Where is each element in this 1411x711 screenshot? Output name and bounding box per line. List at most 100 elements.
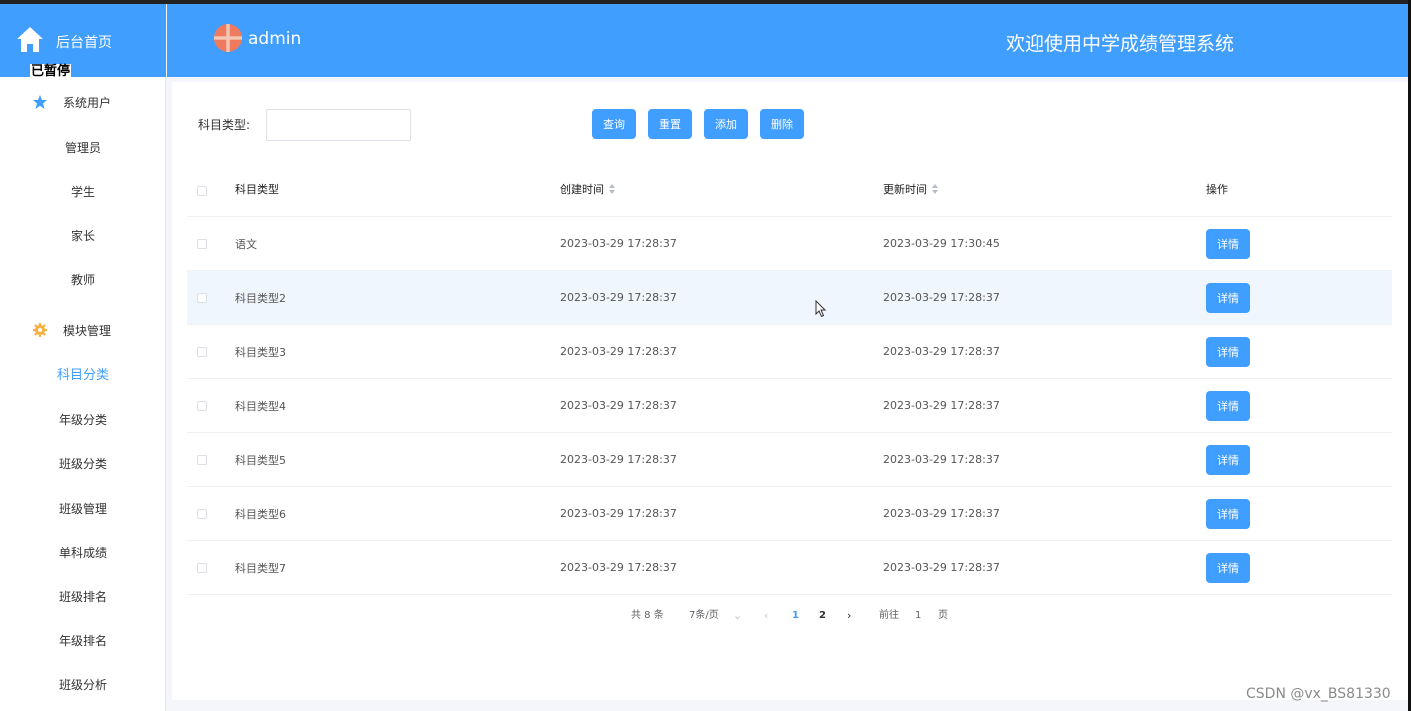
next-page-icon[interactable]: › bbox=[847, 608, 851, 624]
row-checkbox[interactable] bbox=[197, 292, 207, 303]
sidebar-group-module-management[interactable]: 模块管理 bbox=[0, 310, 166, 350]
cell-type: 科目类型2 bbox=[235, 291, 286, 305]
cell-op: 详情 bbox=[1206, 541, 1250, 594]
cell-created: 2023-03-29 17:28:37 bbox=[560, 453, 677, 466]
detail-button[interactable]: 详情 bbox=[1206, 336, 1250, 367]
column-header-created[interactable]: 创建时间 bbox=[560, 162, 616, 216]
gear-icon bbox=[33, 323, 47, 337]
sidebar-item-subject-category[interactable]: 科目分类 bbox=[0, 361, 166, 391]
data-table: 科目类型 创建时间 更新时间 操作 语文 2023-03-29 17:28:37… bbox=[187, 162, 1392, 595]
column-header-updated[interactable]: 更新时间 bbox=[883, 162, 939, 216]
cell-updated: 2023-03-29 17:28:37 bbox=[883, 453, 1000, 466]
sidebar-group-label: 系统用户 bbox=[63, 96, 112, 110]
cell-op: 详情 bbox=[1206, 325, 1250, 378]
avatar[interactable] bbox=[214, 24, 242, 52]
sidebar-item-admins[interactable]: 管理员 bbox=[0, 133, 166, 163]
column-header-type: 科目类型 bbox=[235, 183, 279, 196]
sidebar-item-class-management[interactable]: 班级管理 bbox=[0, 494, 166, 524]
table-row: 科目类型6 2023-03-29 17:28:37 2023-03-29 17:… bbox=[187, 487, 1392, 541]
sidebar-brand-label: 后台首页 bbox=[56, 35, 112, 51]
goto-page-input[interactable]: 1 bbox=[915, 608, 921, 624]
sidebar-item-grade-ranking[interactable]: 年级排名 bbox=[0, 626, 166, 656]
cell-created: 2023-03-29 17:28:37 bbox=[560, 237, 677, 250]
cell-updated: 2023-03-29 17:30:45 bbox=[883, 237, 1000, 250]
cell-created: 2023-03-29 17:28:37 bbox=[560, 291, 677, 304]
home-icon bbox=[17, 27, 43, 52]
detail-button[interactable]: 详情 bbox=[1206, 390, 1250, 421]
sidebar-group-system-users[interactable]: 系统用户 bbox=[0, 82, 166, 122]
sidebar-group-label: 模块管理 bbox=[63, 324, 112, 338]
add-button[interactable]: 添加 bbox=[704, 109, 748, 139]
filter-label: 科目类型: bbox=[198, 118, 251, 132]
detail-button[interactable]: 详情 bbox=[1206, 282, 1250, 313]
sort-icon[interactable] bbox=[932, 184, 939, 194]
cell-type: 科目类型7 bbox=[235, 561, 286, 575]
sidebar-item-class-analysis[interactable]: 班级分析 bbox=[0, 670, 166, 700]
row-checkbox[interactable] bbox=[197, 238, 207, 249]
row-checkbox[interactable] bbox=[197, 562, 207, 573]
top-header: admin 欢迎使用中学成绩管理系统 bbox=[167, 4, 1408, 77]
table-row: 科目类型3 2023-03-29 17:28:37 2023-03-29 17:… bbox=[187, 325, 1392, 379]
page-number[interactable]: 2 bbox=[819, 608, 826, 624]
row-checkbox[interactable] bbox=[197, 400, 207, 411]
header-title: 欢迎使用中学成绩管理系统 bbox=[1006, 33, 1235, 55]
cell-updated: 2023-03-29 17:28:37 bbox=[883, 561, 1000, 574]
sidebar-item-students[interactable]: 学生 bbox=[0, 177, 166, 207]
sidebar-item-parents[interactable]: 家长 bbox=[0, 221, 166, 251]
search-button[interactable]: 查询 bbox=[592, 109, 636, 139]
cell-op: 详情 bbox=[1206, 379, 1250, 432]
main-content: 科目类型: 查询 重置 添加 删除 科目类型 创建时间 更新时间 操作 语文 2… bbox=[172, 82, 1408, 700]
column-header-op: 操作 bbox=[1206, 183, 1228, 196]
select-all-checkbox[interactable] bbox=[197, 186, 207, 196]
detail-button[interactable]: 详情 bbox=[1206, 228, 1250, 259]
cell-created: 2023-03-29 17:28:37 bbox=[560, 399, 677, 412]
cell-type: 科目类型6 bbox=[235, 507, 286, 521]
sidebar-item-grade-category[interactable]: 年级分类 bbox=[0, 405, 166, 435]
cell-op: 详情 bbox=[1206, 433, 1250, 486]
cell-op: 详情 bbox=[1206, 487, 1250, 540]
cell-type: 语文 bbox=[235, 237, 257, 251]
cell-op: 详情 bbox=[1206, 217, 1250, 270]
chevron-down-icon[interactable]: ⌄ bbox=[733, 608, 742, 624]
table-row: 科目类型7 2023-03-29 17:28:37 2023-03-29 17:… bbox=[187, 541, 1392, 595]
cell-type: 科目类型5 bbox=[235, 453, 286, 467]
delete-button[interactable]: 删除 bbox=[760, 109, 804, 139]
subject-type-input[interactable] bbox=[266, 109, 411, 141]
sidebar-item-teachers[interactable]: 教师 bbox=[0, 265, 166, 295]
sidebar-brand[interactable]: 后台首页 bbox=[0, 4, 166, 77]
cell-type: 科目类型4 bbox=[235, 399, 286, 413]
prev-page-icon[interactable]: ‹ bbox=[764, 608, 768, 624]
table-row: 科目类型2 2023-03-29 17:28:37 2023-03-29 17:… bbox=[187, 271, 1392, 325]
row-checkbox[interactable] bbox=[197, 454, 207, 465]
cell-updated: 2023-03-29 17:28:37 bbox=[883, 291, 1000, 304]
mouse-cursor-icon bbox=[815, 300, 827, 318]
paused-overlay-label: 已暂停 bbox=[30, 64, 72, 79]
app-root: 后台首页 已暂停 系统用户 管理员 学生 家长 教师 模块管理 科目分类 年级分… bbox=[0, 0, 1411, 711]
pagination-total: 共 8 条 bbox=[631, 610, 664, 621]
cell-updated: 2023-03-29 17:28:37 bbox=[883, 507, 1000, 520]
table-row: 科目类型4 2023-03-29 17:28:37 2023-03-29 17:… bbox=[187, 379, 1392, 433]
sidebar-item-class-ranking[interactable]: 班级排名 bbox=[0, 582, 166, 612]
detail-button[interactable]: 详情 bbox=[1206, 498, 1250, 529]
sidebar-item-class-category[interactable]: 班级分类 bbox=[0, 449, 166, 479]
row-checkbox[interactable] bbox=[197, 346, 207, 357]
reset-button[interactable]: 重置 bbox=[648, 109, 692, 139]
detail-button[interactable]: 详情 bbox=[1206, 444, 1250, 475]
page-number-current[interactable]: 1 bbox=[792, 608, 799, 624]
detail-button[interactable]: 详情 bbox=[1206, 552, 1250, 583]
sort-icon[interactable] bbox=[609, 184, 616, 194]
row-checkbox[interactable] bbox=[197, 508, 207, 519]
table-header-row: 科目类型 创建时间 更新时间 操作 bbox=[187, 162, 1392, 217]
header-username[interactable]: admin bbox=[248, 29, 301, 49]
cell-type: 科目类型3 bbox=[235, 345, 286, 359]
cell-updated: 2023-03-29 17:28:37 bbox=[883, 345, 1000, 358]
watermark: CSDN @vx_BS81330 bbox=[1246, 686, 1391, 702]
sidebar: 后台首页 已暂停 系统用户 管理员 学生 家长 教师 模块管理 科目分类 年级分… bbox=[0, 4, 166, 711]
cell-created: 2023-03-29 17:28:37 bbox=[560, 507, 677, 520]
page-size-select[interactable]: 7条/页 bbox=[689, 608, 719, 624]
table-row: 科目类型5 2023-03-29 17:28:37 2023-03-29 17:… bbox=[187, 433, 1392, 487]
cell-op: 详情 bbox=[1206, 271, 1250, 324]
cell-created: 2023-03-29 17:28:37 bbox=[560, 561, 677, 574]
sidebar-item-subject-scores[interactable]: 单科成绩 bbox=[0, 538, 166, 568]
goto-prefix: 前往 bbox=[879, 610, 899, 621]
